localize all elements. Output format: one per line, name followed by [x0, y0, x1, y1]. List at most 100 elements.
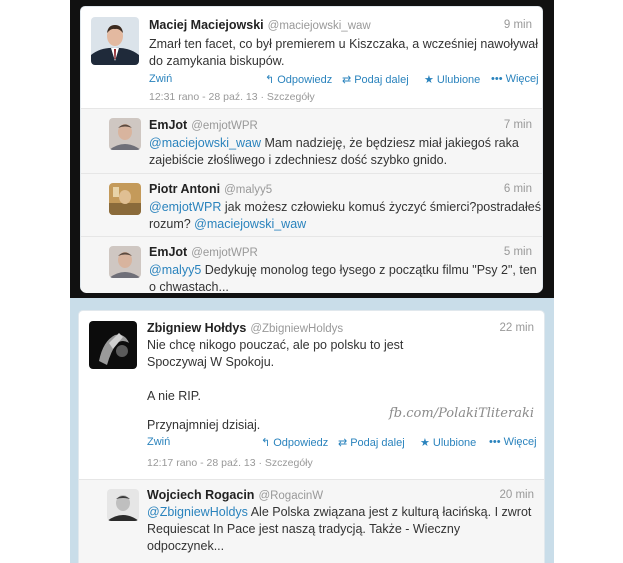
- author-name[interactable]: Maciej Maciejowski: [149, 18, 264, 32]
- more-button[interactable]: ••• Więcej: [491, 73, 539, 85]
- tweet-thread-card: Maciej Maciejowski @maciejowski_waw 9 min…: [80, 6, 543, 294]
- reply-author[interactable]: Piotr Antoni @malyy5: [149, 182, 272, 196]
- reply-text: Dedykuję monolog tego łysego z początku …: [201, 263, 537, 277]
- reply-text-line-2: Requiescat In Pace jest naszą tradycją. …: [147, 522, 461, 536]
- avatar-image: [109, 246, 141, 278]
- reply-text: Ale Polska związana jest z kulturą łaciń…: [247, 505, 532, 519]
- tweet-text-line-2: Spoczywaj W Spokoju.: [147, 355, 275, 369]
- avatar-image: [109, 118, 141, 150]
- avatar-rogacin[interactable]: [107, 489, 139, 521]
- tweet-text-line-1: Nie chcę nikogo pouczać, ale po polsku t…: [147, 338, 404, 352]
- tweet-actions: Zwiń ↰ Odpowiedz ⇄ Podaj dalej ★ Ulubione •…: [147, 436, 542, 450]
- main-tweet: Maciej Maciejowski @maciejowski_waw 9 min…: [81, 7, 542, 108]
- reply-text-line-2: rozum? @maciejowski_waw: [149, 216, 306, 233]
- reply-list: EmJot @emjotWPR 7 min @maciejowski_waw Ma…: [81, 108, 542, 294]
- tweet-thread-card: Zbigniew Hołdys @ZbigniewHoldys 22 min Ni…: [78, 310, 545, 563]
- more-label: Więcej: [505, 73, 539, 85]
- author-name[interactable]: Zbigniew Hołdys: [147, 321, 246, 335]
- collapse-link[interactable]: Zwiń: [149, 73, 172, 85]
- tweet-actions: Zwiń ↰ Odpowiedz ⇄ Podaj dalej ★ Ulubione •…: [149, 73, 539, 87]
- tweet-text-line-4: Przynajmniej dzisiaj.: [147, 418, 261, 432]
- avatar-holdys[interactable]: [89, 321, 137, 369]
- avatar-piotr-antoni[interactable]: [109, 183, 141, 215]
- author-handle[interactable]: @emjotWPR: [191, 120, 258, 132]
- more-dots-icon: •••: [489, 436, 501, 448]
- mention-link[interactable]: @malyy5: [149, 263, 201, 277]
- avatar-image: [91, 17, 139, 65]
- author-handle[interactable]: @maciejowski_waw: [268, 20, 371, 32]
- reply-tweet: Piotr Antoni @malyy5 6 min @emjotWPR jak …: [81, 174, 542, 232]
- star-icon: ★: [424, 74, 434, 86]
- author-handle[interactable]: @malyy5: [224, 184, 272, 196]
- avatar-maciejowski[interactable]: [91, 17, 139, 65]
- reply-arrow-icon: ↰: [261, 437, 271, 449]
- author-handle[interactable]: @ZbigniewHoldys: [250, 323, 343, 335]
- more-button[interactable]: ••• Więcej: [489, 436, 537, 448]
- reply-text-line-1: @ZbigniewHoldys Ale Polska związana jest…: [147, 504, 531, 521]
- avatar-image: [107, 489, 139, 521]
- reply-text-line-2: zajebiście złośliwego i zdechniesz dość …: [149, 153, 448, 167]
- mention-link[interactable]: @maciejowski_waw: [149, 136, 261, 150]
- reply-tweet: EmJot @emjotWPR 7 min @maciejowski_waw Ma…: [81, 109, 542, 170]
- reply-text-line-1: @maciejowski_waw Mam nadzieję, że będzie…: [149, 135, 519, 152]
- author-name[interactable]: Piotr Antoni: [149, 182, 220, 196]
- reply-author[interactable]: Wojciech Rogacin @RogacinW: [147, 488, 323, 502]
- author-handle[interactable]: @emjotWPR: [191, 247, 258, 259]
- retweet-label: Podaj dalej: [354, 74, 409, 86]
- avatar-emjot[interactable]: [109, 118, 141, 150]
- reply-text: jak możesz człowieku komuś życzyć śmierc…: [221, 200, 541, 214]
- star-icon: ★: [420, 437, 430, 449]
- avatar-image: [89, 321, 137, 369]
- author-name[interactable]: Wojciech Rogacin: [147, 488, 254, 502]
- reply-tweet: Wojciech Rogacin @RogacinW 20 min @Zbigni…: [79, 480, 544, 563]
- author-name[interactable]: EmJot: [149, 118, 187, 132]
- reply-label: Odpowiedz: [277, 74, 333, 86]
- reply-list: Wojciech Rogacin @RogacinW 20 min @Zbigni…: [79, 479, 544, 563]
- retweet-label: Podaj dalej: [350, 437, 405, 449]
- tweet-author[interactable]: Maciej Maciejowski @maciejowski_waw: [149, 18, 371, 32]
- reply-button[interactable]: ↰ Odpowiedz: [261, 436, 328, 449]
- tweet-text-line-2: do zamykania biskupów.: [149, 54, 285, 68]
- tweet-time[interactable]: 22 min: [499, 322, 534, 334]
- reply-text-line-2: o chwastach...: [149, 280, 229, 294]
- retweet-button[interactable]: ⇄ Podaj dalej: [338, 436, 405, 449]
- main-tweet: Zbigniew Hołdys @ZbigniewHoldys 22 min Ni…: [79, 311, 544, 479]
- reply-author[interactable]: EmJot @emjotWPR: [149, 245, 258, 259]
- reply-author[interactable]: EmJot @emjotWPR: [149, 118, 258, 132]
- retweet-button[interactable]: ⇄ Podaj dalej: [342, 73, 409, 86]
- retweet-icon: ⇄: [338, 437, 348, 449]
- mention-link[interactable]: @maciejowski_waw: [194, 217, 306, 231]
- tweet-author[interactable]: Zbigniew Hołdys @ZbigniewHoldys: [147, 321, 343, 335]
- reply-text-line-1: @malyy5 Dedykuję monolog tego łysego z p…: [149, 262, 537, 279]
- author-handle[interactable]: @RogacinW: [258, 490, 323, 502]
- tweet-time[interactable]: 9 min: [504, 19, 532, 31]
- mention-link[interactable]: @ZbigniewHoldys: [147, 505, 248, 519]
- avatar-emjot[interactable]: [109, 246, 141, 278]
- tweet-meta[interactable]: 12:31 rano - 28 paź. 13 · Szczegóły: [149, 91, 315, 103]
- mention-link[interactable]: @emjotWPR: [149, 200, 221, 214]
- reply-text: rozum?: [149, 217, 195, 231]
- reply-time[interactable]: 20 min: [499, 489, 534, 501]
- reply-time[interactable]: 7 min: [504, 119, 532, 131]
- retweet-icon: ⇄: [342, 74, 352, 86]
- favorite-button[interactable]: ★ Ulubione: [424, 73, 480, 86]
- tweet-meta[interactable]: 12:17 rano - 28 paź. 13 · Szczegóły: [147, 457, 313, 469]
- author-name[interactable]: EmJot: [149, 245, 187, 259]
- reply-time[interactable]: 6 min: [504, 183, 532, 195]
- reply-text-line-1: @emjotWPR jak możesz człowieku komuś życ…: [149, 199, 541, 216]
- reply-tweet: EmJot @emjotWPR 5 min @malyy5 Dedykuję mo…: [81, 237, 542, 294]
- reply-time[interactable]: 5 min: [504, 246, 532, 258]
- favorite-label: Ulubione: [432, 437, 477, 449]
- avatar-image: [109, 183, 141, 215]
- watermark: fb.com/PolakiTliteraki: [389, 406, 534, 421]
- more-dots-icon: •••: [491, 73, 503, 85]
- reply-button[interactable]: ↰ Odpowiedz: [265, 73, 332, 86]
- top-screenshot-panel: Maciej Maciejowski @maciejowski_waw 9 min…: [70, 0, 554, 298]
- more-label: Więcej: [503, 436, 537, 448]
- reply-text-line-3: odpoczynek...: [147, 539, 225, 553]
- favorite-button[interactable]: ★ Ulubione: [420, 436, 476, 449]
- reply-label: Odpowiedz: [273, 437, 329, 449]
- collapse-link[interactable]: Zwiń: [147, 436, 170, 448]
- bottom-screenshot-panel: Zbigniew Hołdys @ZbigniewHoldys 22 min Ni…: [70, 298, 554, 563]
- tweet-text-line-3: A nie RIP.: [147, 389, 201, 403]
